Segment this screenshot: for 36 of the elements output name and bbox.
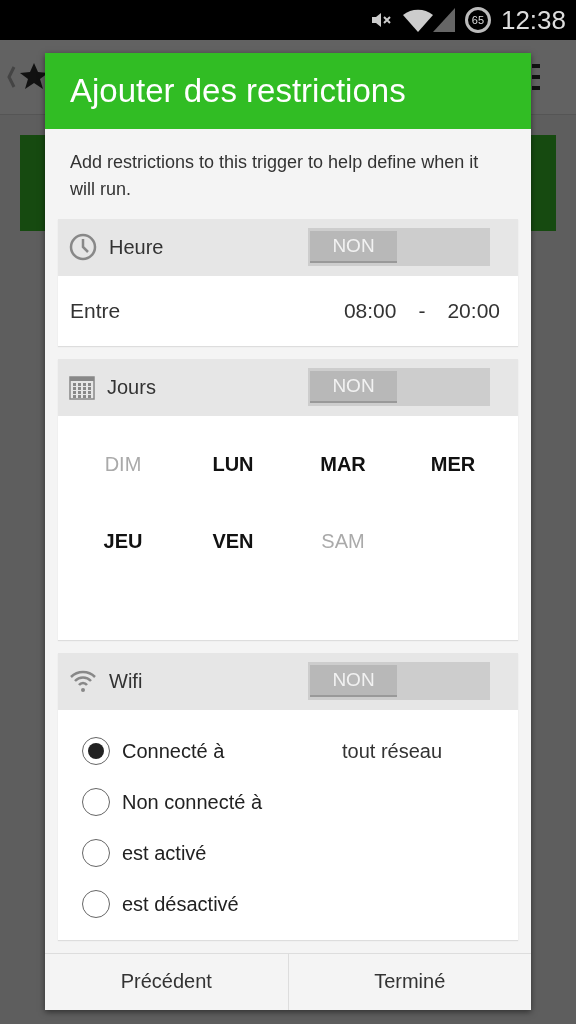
battery-icon: 65 <box>464 7 491 33</box>
toggle-thumb: NON <box>310 371 397 404</box>
network-value[interactable]: tout réseau <box>342 739 443 764</box>
start-time[interactable]: 08:00 <box>343 298 397 323</box>
signal-icon <box>402 8 455 32</box>
range-label: Entre <box>70 298 121 323</box>
day-toggle[interactable]: MAR <box>288 443 398 521</box>
dialog-button[interactable]: Précédent <box>45 953 288 1010</box>
section-title: Wifi <box>109 669 144 693</box>
dialog-title: Ajouter des restrictions <box>70 71 406 110</box>
option-label: est désactivé <box>122 892 239 916</box>
option-label: Connecté à <box>122 739 225 763</box>
section-title: Heure <box>109 235 165 259</box>
section-title: Jours <box>107 375 157 399</box>
option-label: Non connecté à <box>122 790 263 814</box>
calendar-icon <box>69 374 95 401</box>
mute-icon <box>370 12 393 28</box>
toggle-thumb: NON <box>310 231 397 264</box>
end-time[interactable]: 20:00 <box>447 298 500 323</box>
intro-text: Add restrictions to this trigger to help define when it will run. <box>69 150 480 201</box>
radio-button[interactable] <box>82 839 110 868</box>
day-toggle[interactable]: JEU <box>68 520 178 598</box>
day-toggle[interactable]: MER <box>398 443 508 521</box>
clock-time: 12:38 <box>500 4 566 36</box>
range-separator: - <box>418 298 426 323</box>
radio-button[interactable] <box>82 737 110 766</box>
radio-button[interactable] <box>82 890 110 919</box>
day-toggle[interactable]: LUN <box>178 443 288 521</box>
toggle-thumb: NON <box>310 665 397 698</box>
menu-icon <box>532 62 540 92</box>
radio-button[interactable] <box>82 788 110 817</box>
dialog-button[interactable]: Terminé <box>287 953 531 1010</box>
wifi-icon <box>69 669 97 694</box>
option-label: est activé <box>122 841 207 865</box>
day-toggle[interactable]: VEN <box>178 520 288 598</box>
clock-icon <box>69 233 97 262</box>
